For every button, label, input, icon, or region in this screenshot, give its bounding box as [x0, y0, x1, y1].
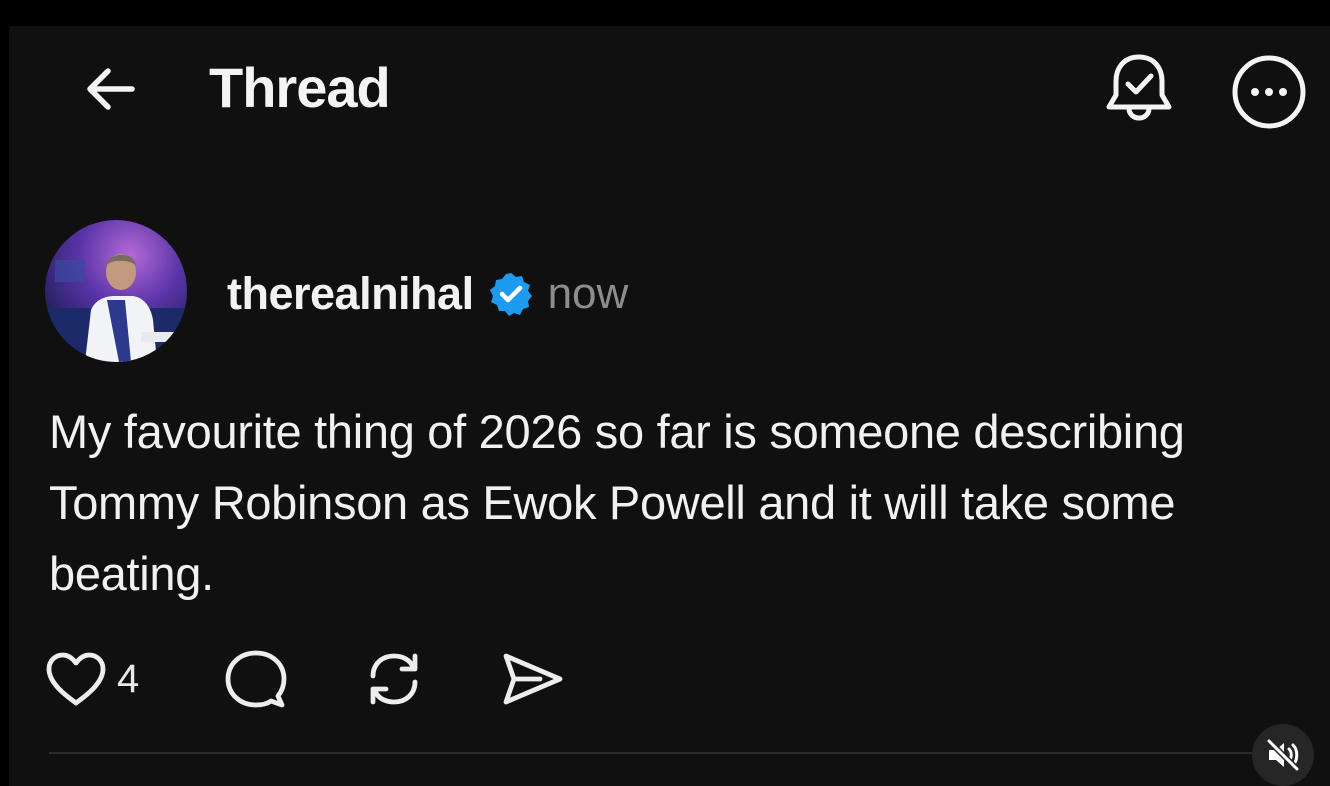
reply-button[interactable]	[225, 644, 287, 714]
comment-icon	[225, 650, 287, 708]
verified-badge-icon	[489, 273, 532, 316]
back-button[interactable]	[77, 56, 143, 122]
repost-button[interactable]	[363, 644, 425, 714]
avatar[interactable]	[45, 220, 187, 362]
page-title: Thread	[209, 56, 391, 119]
like-count: 4	[117, 656, 140, 701]
app-header: Thread	[9, 26, 1330, 156]
thread-screen: Thread therealnihal now My favourite thi…	[9, 26, 1330, 786]
like-button[interactable]: 4	[45, 644, 139, 714]
volume-muted-icon	[1266, 738, 1300, 772]
post-text: My favourite thing of 2026 so far is som…	[49, 405, 1185, 600]
heart-icon	[46, 652, 106, 706]
more-options-button[interactable]	[1229, 52, 1309, 132]
avatar-photo	[45, 220, 187, 362]
top-black-strip	[0, 0, 1330, 26]
notifications-button[interactable]	[1099, 50, 1179, 130]
repost-icon	[370, 653, 418, 705]
share-button[interactable]	[500, 644, 564, 714]
username[interactable]: therealnihal	[227, 268, 474, 320]
post-timestamp: now	[547, 269, 629, 318]
bell-check-icon	[1106, 54, 1172, 121]
mute-toggle-button[interactable]	[1252, 724, 1314, 786]
send-icon	[503, 653, 563, 705]
arrow-left-icon	[87, 68, 135, 110]
post-author-row: therealnihal now	[227, 266, 628, 322]
more-horizontal-icon	[1232, 55, 1306, 129]
post-divider	[49, 752, 1259, 754]
